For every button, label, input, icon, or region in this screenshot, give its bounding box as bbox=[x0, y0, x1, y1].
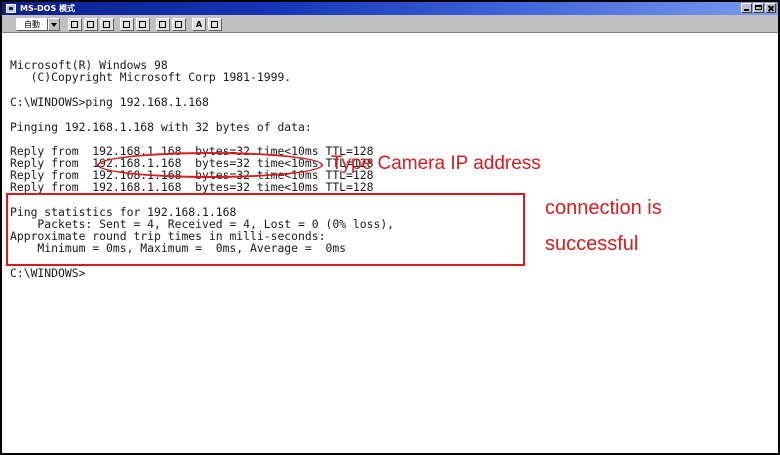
console-line: C:\WINDOWS>ping 192.168.1.168 bbox=[10, 95, 209, 109]
reply-lines-highlight bbox=[6, 193, 525, 266]
chinese-input-icon[interactable] bbox=[172, 18, 186, 31]
full-screen-icon[interactable] bbox=[120, 18, 134, 31]
maximize-button[interactable] bbox=[753, 3, 764, 13]
type-ip-annotation: Type Camera IP address bbox=[331, 153, 541, 174]
mark-icon[interactable] bbox=[68, 18, 82, 31]
font-size-dropdown-arrow-icon[interactable] bbox=[48, 18, 60, 31]
console-prompt: C:\WINDOWS> bbox=[10, 266, 86, 280]
title-bar[interactable]: MS-DOS 模式 bbox=[2, 2, 778, 15]
copy-icon[interactable] bbox=[84, 18, 98, 31]
msdos-window-icon[interactable] bbox=[6, 4, 16, 13]
ip-command-highlight bbox=[97, 152, 323, 178]
toolbar: 自動 A bbox=[2, 15, 778, 33]
window-controls bbox=[741, 3, 776, 13]
close-button[interactable] bbox=[765, 3, 776, 13]
font-size-select[interactable]: 自動 bbox=[16, 18, 48, 31]
properties-icon[interactable] bbox=[136, 18, 150, 31]
paste-icon[interactable] bbox=[100, 18, 114, 31]
console-line: Pinging 192.168.1.168 with 32 bytes of d… bbox=[10, 120, 312, 134]
background-icon[interactable] bbox=[156, 18, 170, 31]
connection-annotation-line1: connection is bbox=[545, 197, 662, 219]
window-title: MS-DOS 模式 bbox=[20, 4, 76, 13]
font-button[interactable]: A bbox=[192, 18, 206, 31]
console-line: (C)Copyright Microsoft Corp 1981-1999. bbox=[10, 70, 292, 84]
connection-annotation-line2: successful bbox=[545, 233, 639, 255]
minimize-button[interactable] bbox=[741, 3, 752, 13]
code-page-icon[interactable] bbox=[208, 18, 222, 31]
